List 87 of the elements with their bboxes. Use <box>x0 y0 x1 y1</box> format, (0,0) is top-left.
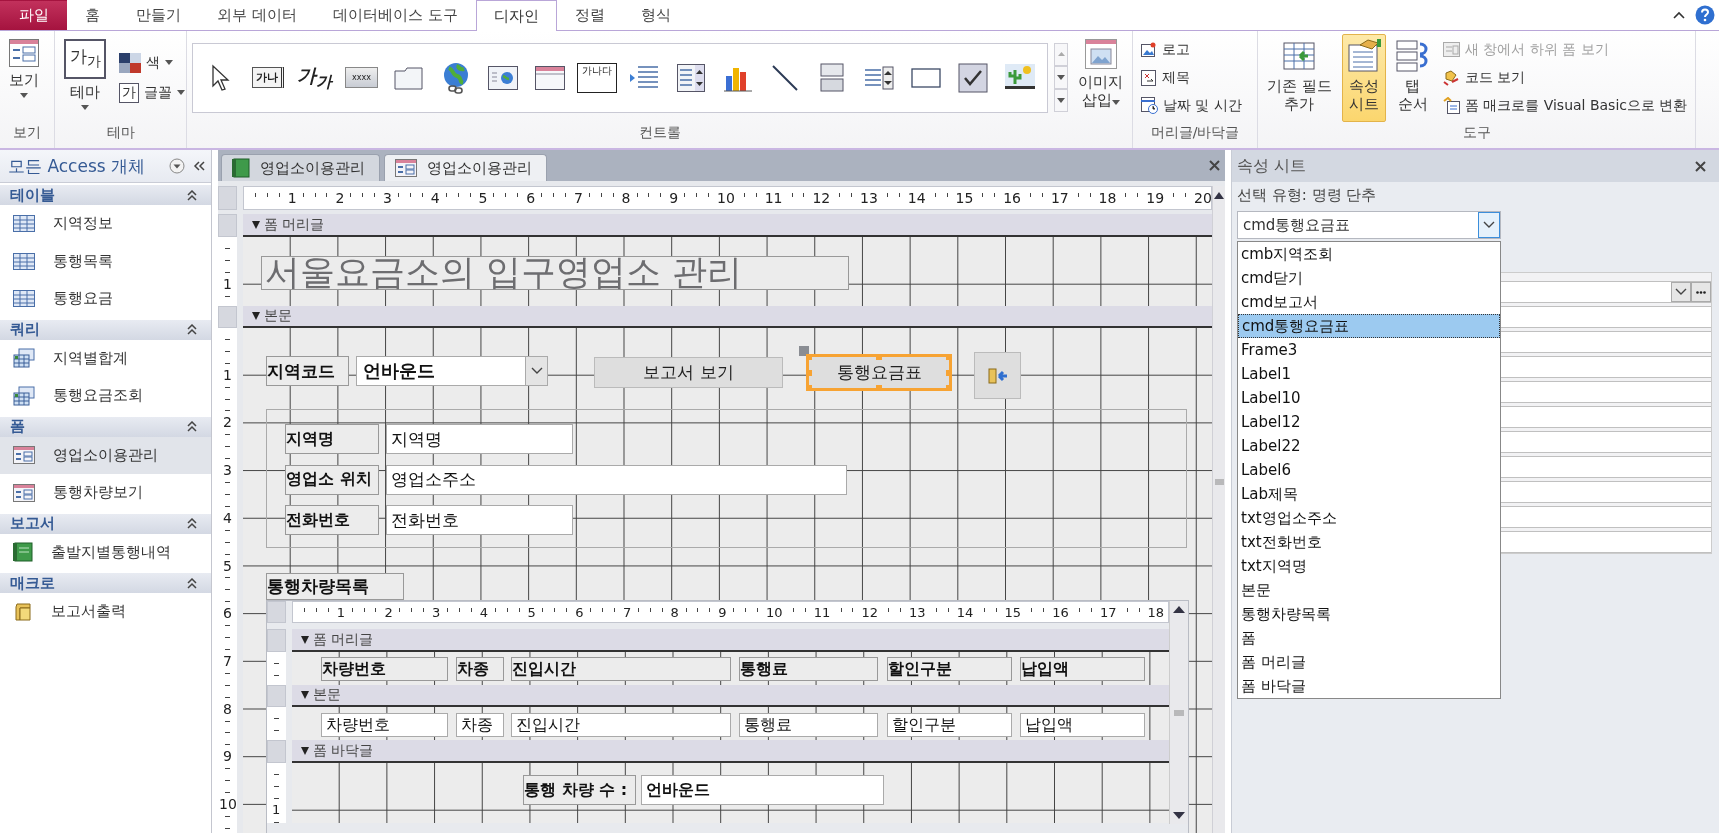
column-label: 차종 <box>456 657 504 681</box>
ruler-number: 4 <box>478 606 490 619</box>
ruler-number: 6 <box>222 606 233 621</box>
text-box-control: 차량번호 <box>321 713 448 737</box>
region-code-label: 지역코드 <box>266 356 349 386</box>
ruler-number: 17 <box>1049 191 1070 205</box>
ruler-number: 15 <box>954 191 975 205</box>
ruler-number: 1 <box>286 191 298 205</box>
text-box-control: 영업소주소 <box>386 464 847 495</box>
ruler-number: 1 <box>271 802 282 816</box>
text-box-control: 할인구분 <box>887 713 1012 737</box>
ruler-number: 14 <box>955 606 975 619</box>
ruler-number: 11 <box>763 191 784 205</box>
column-label: 납입액 <box>1020 657 1145 681</box>
group-label: 컨트롤 <box>637 124 682 142</box>
ruler-number: 14 <box>906 191 927 205</box>
form-title-label: 서울요금소의 입구영업소 관리 <box>261 256 849 290</box>
nav-pane-title: 모든 Access 개체 <box>8 154 146 178</box>
section-title: 폼 머리글 <box>264 215 325 234</box>
group-label: 테마 <box>105 124 136 142</box>
ruler-number: 1 <box>222 367 233 382</box>
column-label: 진입시간 <box>511 657 731 681</box>
group-label: 보기 <box>12 124 42 142</box>
ruler-number: 7 <box>621 606 633 619</box>
ruler-number: 4 <box>429 191 441 205</box>
ruler-number: 12 <box>811 191 832 205</box>
ruler-number: 18 <box>1146 606 1166 619</box>
section-title: 본문 <box>313 686 341 704</box>
text-box-control: 언바운드 <box>641 775 884 805</box>
group-label: 머리글/바닥글 <box>1149 124 1241 142</box>
ruler-number: 3 <box>382 191 393 205</box>
column-label: 할인구분 <box>887 657 1012 681</box>
ruler-number: 2 <box>222 415 233 430</box>
ruler-number: 1 <box>222 276 233 291</box>
ruler-number: 10 <box>716 191 736 205</box>
ruler-number: 16 <box>1051 606 1070 619</box>
panel-title: 속성 시트 <box>1237 155 1307 177</box>
section-title: 폼 머리글 <box>313 630 374 649</box>
ruler-number: 15 <box>1003 606 1023 619</box>
column-label: 통행료 <box>739 657 878 681</box>
ruler-number: 10 <box>218 797 237 811</box>
ruler-number: 7 <box>222 653 233 668</box>
field-label: 전화번호 <box>285 505 379 535</box>
ruler-number: 20 <box>1193 191 1211 205</box>
ruler-number: 2 <box>383 606 394 619</box>
ruler-number: 8 <box>669 606 680 619</box>
ruler-number: 3 <box>431 606 442 619</box>
ruler-number: 11 <box>812 606 832 619</box>
ruler-number: 8 <box>222 701 233 716</box>
ruler-number: 17 <box>1098 606 1118 619</box>
ruler-number: 6 <box>525 191 537 205</box>
ruler-number: 9 <box>668 191 680 205</box>
count-label: 통행 차량 수 : <box>523 775 636 805</box>
ruler-number: 5 <box>222 558 233 573</box>
ruler-number: 6 <box>574 606 585 619</box>
ruler-number: 9 <box>222 749 233 764</box>
ruler-number: 5 <box>526 606 537 619</box>
ruler-number: 4 <box>222 510 233 525</box>
ruler-number: 13 <box>859 191 879 205</box>
text-box-control: 전화번호 <box>386 505 573 535</box>
ruler-number: 3 <box>222 463 233 478</box>
field-label: 지역명 <box>285 424 379 454</box>
ruler-number: 10 <box>765 606 784 619</box>
ruler-number: 8 <box>620 191 632 205</box>
ruler-number: 9 <box>717 606 728 619</box>
selection-type-text: 선택 유형: 명령 단추 <box>1236 185 1378 206</box>
text-box-control: 차종 <box>456 713 504 737</box>
section-title: 폼 바닥글 <box>313 741 374 760</box>
ruler-number: 16 <box>1002 191 1022 205</box>
ruler-number: 1 <box>335 606 346 619</box>
subform-label: 통행차량목록 <box>266 573 404 600</box>
ruler-number: 12 <box>860 606 879 619</box>
section-title: 본문 <box>264 307 292 325</box>
ruler-number: 19 <box>1145 191 1166 205</box>
ruler-number: 7 <box>572 191 584 205</box>
text-box-control: 진입시간 <box>511 713 731 737</box>
column-label: 차량번호 <box>321 657 448 681</box>
text-box-control: 통행료 <box>739 713 878 737</box>
field-label: 영업소 위치 <box>285 464 379 495</box>
text-box-control: 납입액 <box>1020 713 1145 737</box>
ruler-number: 13 <box>908 606 927 619</box>
group-label: 도구 <box>1461 124 1492 142</box>
ruler-number: 18 <box>1097 191 1118 205</box>
text-box-control: 지역명 <box>386 424 573 454</box>
ruler-number: 5 <box>477 191 489 205</box>
ruler-number: 2 <box>334 191 346 205</box>
combo-box-control: 언바운드 <box>356 356 548 386</box>
